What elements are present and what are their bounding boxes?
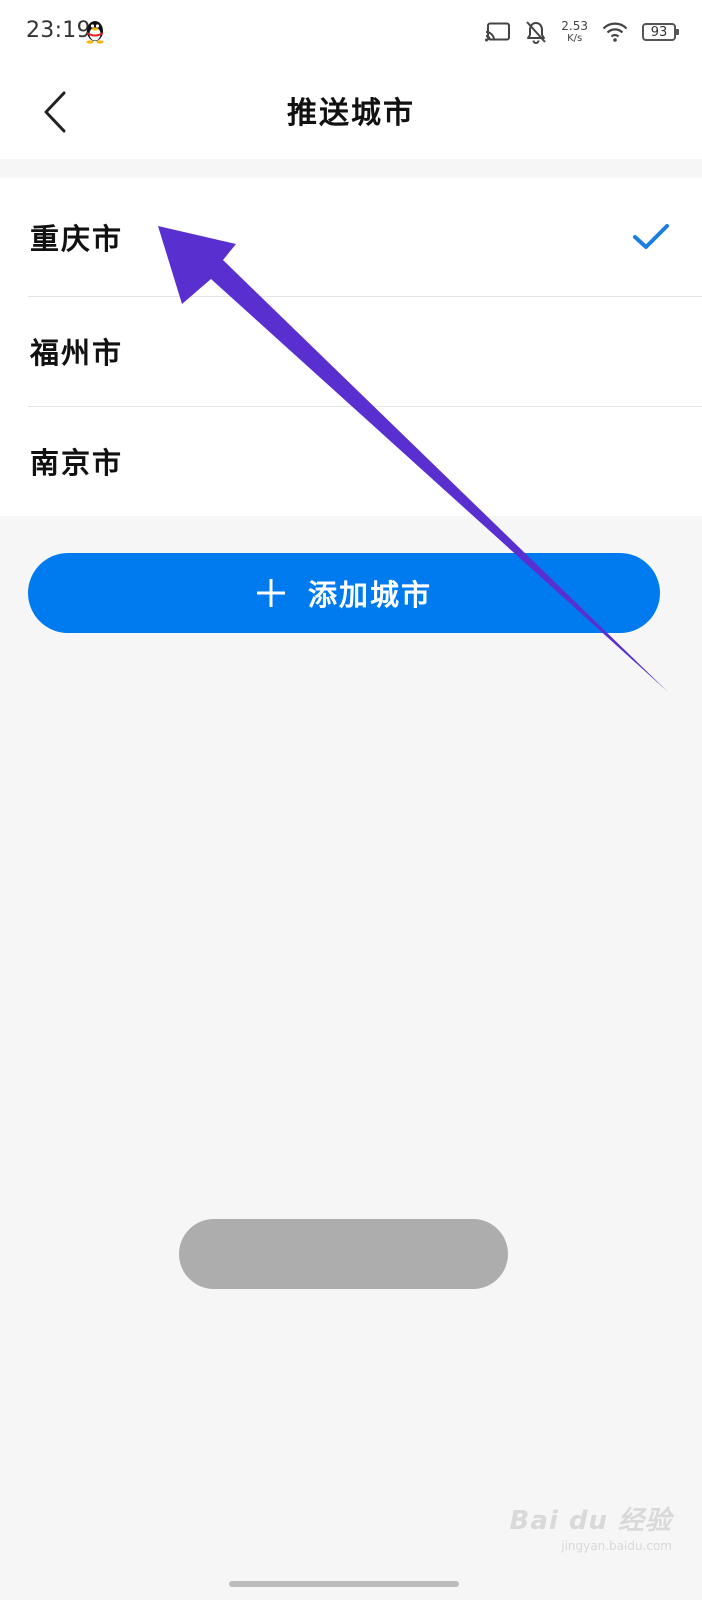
city-name: 南京市 (30, 446, 124, 480)
watermark: Bai du 经验 jingyan.baidu.com (510, 1500, 673, 1553)
status-bar: 23:19 2.53 K/s 93 (0, 0, 702, 64)
add-city-label: 添加城市 (307, 578, 432, 612)
home-indicator[interactable] (229, 1581, 459, 1587)
cast-icon (485, 22, 511, 42)
battery-level: 93 (650, 24, 668, 40)
net-speed-unit: K/s (567, 33, 583, 44)
watermark-site: jingyan.baidu.com (561, 1539, 672, 1553)
city-item-chongqing[interactable]: 重庆市 (0, 178, 702, 296)
qq-icon (86, 21, 104, 44)
battery-icon: 93 (642, 23, 679, 41)
status-icons: 2.53 K/s 93 (485, 16, 679, 48)
watermark-brand: Bai du 经验 (509, 1506, 672, 1536)
city-item-nanjing[interactable]: 南京市 (0, 406, 702, 516)
status-time: 23:19 (26, 18, 91, 43)
header: 推送城市 (0, 64, 702, 159)
net-speed: 2.53 K/s (561, 20, 588, 44)
city-name: 福州市 (30, 336, 124, 370)
toast-pill (179, 1219, 508, 1289)
bell-off-icon (526, 21, 547, 44)
net-speed-value: 2.53 (561, 19, 588, 33)
plus-icon (256, 579, 285, 607)
screen: 23:19 2.53 K/s 93 推送城市 重庆市 福州市 南京市 添加城市 … (0, 0, 702, 1600)
check-icon (633, 224, 669, 249)
add-city-button[interactable]: 添加城市 (28, 553, 660, 633)
city-item-fuzhou[interactable]: 福州市 (0, 296, 702, 406)
page-title: 推送城市 (287, 96, 415, 131)
city-list: 重庆市 福州市 南京市 (0, 178, 702, 516)
city-name: 重庆市 (30, 222, 124, 256)
wifi-icon (602, 22, 628, 42)
